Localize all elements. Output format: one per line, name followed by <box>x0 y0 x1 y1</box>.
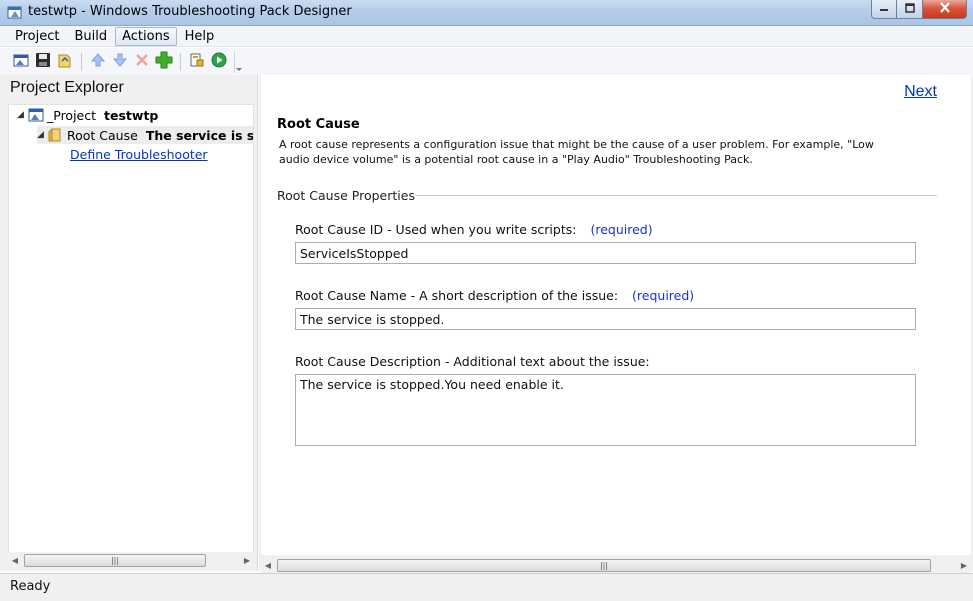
minimize-icon <box>879 3 889 16</box>
new-project-button[interactable] <box>10 51 32 73</box>
scroll-track[interactable]: ||| <box>22 553 240 568</box>
tree-expand-arrow-icon[interactable]: ◢ <box>37 130 47 140</box>
scroll-left-icon[interactable]: ◀ <box>261 557 275 574</box>
root-cause-name-label-text: Root Cause Name - A short description of… <box>295 288 619 303</box>
section-description: A root cause represents a configuration … <box>279 138 874 166</box>
menu-project[interactable]: Project <box>8 27 66 46</box>
tree-root-cause-name: The service is stop <box>145 127 254 143</box>
scroll-thumb[interactable]: ||| <box>24 554 206 567</box>
project-explorer-pane: Project Explorer ◢ _Project testwtp ◢ Ro… <box>0 75 258 571</box>
status-text: Ready <box>10 579 51 594</box>
menu-bar: Project Build Actions Help <box>0 26 973 47</box>
wtp-designer-icon[interactable] <box>7 5 23 21</box>
tree-root-cause-label: Root Cause <box>67 127 138 143</box>
root-cause-id-label-text: Root Cause ID - Used when you write scri… <box>295 222 577 237</box>
tree-horizontal-scrollbar[interactable]: ◀ ||| ▶ <box>8 552 254 569</box>
define-troubleshooter-link[interactable]: Define Troubleshooter <box>70 147 208 162</box>
root-cause-id-label: Root Cause ID - Used when you write scri… <box>295 222 653 237</box>
scroll-left-icon[interactable]: ◀ <box>8 552 22 569</box>
project-tree: ◢ _Project testwtp ◢ Root Cause The serv… <box>8 104 254 554</box>
delete-button[interactable] <box>131 51 153 73</box>
section-title: Root Cause <box>277 117 360 132</box>
tree-item-define-troubleshooter[interactable]: Define Troubleshooter <box>70 145 208 163</box>
tree-expand-arrow-icon[interactable]: ◢ <box>17 110 27 120</box>
save-button[interactable] <box>32 51 54 73</box>
toolbar-separator <box>180 52 181 71</box>
close-icon <box>939 2 951 16</box>
root-cause-name-required: (required) <box>632 288 695 303</box>
move-up-button[interactable] <box>87 51 109 73</box>
menu-build[interactable]: Build <box>67 27 114 46</box>
delete-icon <box>134 52 150 71</box>
editor-horizontal-scrollbar[interactable]: ◀ ||| ▶ <box>261 557 971 574</box>
group-title: Root Cause Properties <box>277 188 415 203</box>
menu-actions[interactable]: Actions <box>115 26 177 46</box>
maximize-icon <box>904 2 915 16</box>
window-controls <box>871 0 967 19</box>
root-cause-description-field[interactable]: The service is stopped.You need enable i… <box>295 374 916 446</box>
root-cause-description-label: Root Cause Description - Additional text… <box>295 354 650 369</box>
toolbar <box>0 48 973 75</box>
editor-pane: Next Root Cause A root cause represents … <box>259 75 973 574</box>
move-up-icon <box>90 52 106 71</box>
toolbar-overflow-grip[interactable] <box>234 50 242 73</box>
root-cause-name-field[interactable]: The service is stopped. <box>295 308 916 330</box>
scroll-thumb[interactable]: ||| <box>277 559 931 572</box>
add-icon <box>155 51 173 72</box>
scroll-track[interactable]: ||| <box>275 558 957 573</box>
project-icon <box>27 107 45 123</box>
tree-project-name: testwtp <box>104 107 159 123</box>
tree-item-root-cause[interactable]: ◢ Root Cause The service is stop <box>37 126 254 144</box>
new-project-icon <box>13 52 29 71</box>
scroll-right-icon[interactable]: ▶ <box>957 557 971 574</box>
scroll-right-icon[interactable]: ▶ <box>240 552 254 569</box>
run-icon <box>211 52 227 71</box>
tree-project-label: _Project <box>47 107 97 123</box>
build-button[interactable] <box>186 51 208 73</box>
maximize-button[interactable] <box>897 0 923 19</box>
tree-item-project[interactable]: ◢ _Project testwtp <box>17 106 158 124</box>
move-down-button[interactable] <box>109 51 131 73</box>
open-icon <box>57 52 73 71</box>
group-divider <box>415 195 937 196</box>
menu-help[interactable]: Help <box>178 27 222 46</box>
title-bar: testwtp - Windows Troubleshooting Pack D… <box>0 0 973 26</box>
root-cause-id-field[interactable]: ServiceIsStopped <box>295 242 916 264</box>
project-explorer-title: Project Explorer <box>10 79 124 96</box>
root-cause-id-required: (required) <box>590 222 653 237</box>
run-button[interactable] <box>208 51 230 73</box>
build-icon <box>189 52 205 71</box>
root-cause-name-label: Root Cause Name - A short description of… <box>295 288 694 303</box>
open-button[interactable] <box>54 51 76 73</box>
add-button[interactable] <box>153 51 175 73</box>
next-link[interactable]: Next <box>904 83 937 101</box>
move-down-icon <box>112 52 128 71</box>
save-icon <box>35 52 51 71</box>
toolbar-separator <box>81 52 82 71</box>
window-title: testwtp - Windows Troubleshooting Pack D… <box>28 4 352 19</box>
close-button[interactable] <box>923 0 967 19</box>
status-bar: Ready <box>0 573 973 601</box>
minimize-button[interactable] <box>871 0 897 19</box>
folder-icon <box>47 127 65 143</box>
root-cause-editor: Next Root Cause A root cause represents … <box>261 75 971 555</box>
